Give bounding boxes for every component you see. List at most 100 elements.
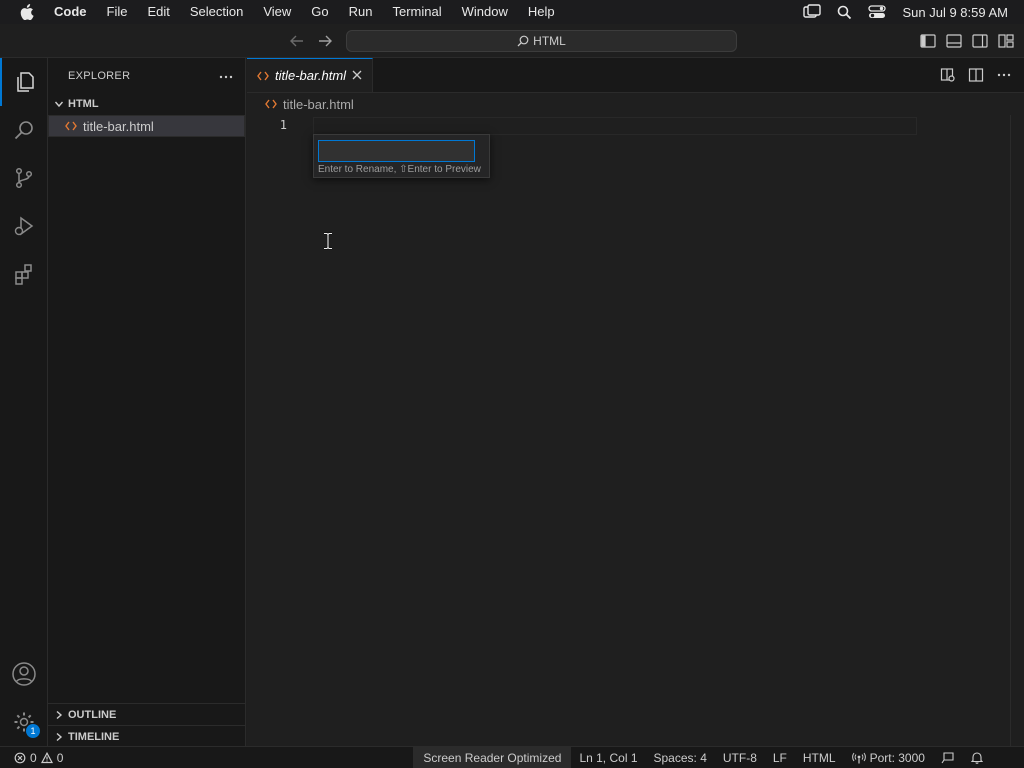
- go-forward-button[interactable]: [316, 32, 334, 50]
- command-center-search[interactable]: HTML: [346, 30, 737, 52]
- files-icon: [17, 72, 34, 92]
- extensions-icon: [15, 264, 32, 285]
- arrow-left-icon: [290, 35, 303, 47]
- menu-app-name[interactable]: Code: [54, 0, 97, 24]
- feedback-button[interactable]: [933, 751, 963, 764]
- language-mode[interactable]: HTML: [795, 751, 844, 765]
- port-label: Port: 3000: [869, 750, 925, 765]
- menu-help[interactable]: Help: [518, 0, 565, 24]
- open-preview-button[interactable]: [940, 67, 956, 83]
- timeline-section[interactable]: TIMELINE: [48, 725, 246, 747]
- split-editor-button[interactable]: [968, 67, 984, 83]
- control-center-icon[interactable]: [868, 5, 887, 19]
- code-editor[interactable]: 1: [247, 115, 1024, 746]
- explorer-sidebar: EXPLORER HTML title-bar.html OUTLINE TIM…: [48, 58, 246, 746]
- error-count: 0: [30, 750, 37, 765]
- account-icon: [12, 662, 36, 686]
- cursor-position[interactable]: Ln 1, Col 1: [571, 751, 645, 765]
- live-server-port[interactable]: Port: 3000: [844, 751, 933, 765]
- editor-tab-bar: title-bar.html: [247, 58, 1024, 93]
- html-file-icon: [265, 99, 277, 109]
- split-editor-icon: [968, 68, 984, 82]
- toggle-panel-button[interactable]: [946, 33, 962, 49]
- breadcrumb[interactable]: title-bar.html: [247, 93, 1024, 115]
- activity-search[interactable]: [0, 106, 48, 154]
- open-preview-icon: [940, 68, 955, 82]
- activity-accounts[interactable]: [0, 650, 48, 698]
- ellipsis-icon: [219, 75, 233, 78]
- menu-run[interactable]: Run: [339, 0, 383, 24]
- apple-menu[interactable]: [0, 4, 54, 20]
- activity-bar: 1: [0, 58, 48, 746]
- go-back-button[interactable]: [288, 32, 306, 50]
- toggle-primary-sidebar-button[interactable]: [920, 33, 936, 49]
- source-control-icon: [15, 167, 33, 189]
- screen-reader-mode[interactable]: Screen Reader Optimized: [413, 746, 572, 768]
- layout-sidebar-right-icon: [972, 34, 988, 48]
- html-file-icon: [257, 71, 269, 80]
- indentation[interactable]: Spaces: 4: [646, 751, 715, 765]
- activity-source-control[interactable]: [0, 154, 48, 202]
- search-icon: [517, 35, 529, 47]
- layout-panel-icon: [946, 34, 962, 48]
- arrow-right-icon: [319, 35, 332, 47]
- ellipsis-icon: [997, 73, 1011, 77]
- menu-go[interactable]: Go: [301, 0, 338, 24]
- settings-update-badge: 1: [26, 724, 40, 738]
- menu-edit[interactable]: Edit: [137, 0, 179, 24]
- outline-section[interactable]: OUTLINE: [48, 703, 246, 725]
- activity-explorer[interactable]: [0, 58, 48, 106]
- notifications-button[interactable]: [963, 751, 991, 764]
- encoding[interactable]: UTF-8: [715, 751, 765, 765]
- editor-more-actions-button[interactable]: [996, 67, 1012, 83]
- spotlight-search-icon[interactable]: [837, 5, 852, 20]
- tab-title-bar-html[interactable]: title-bar.html: [247, 58, 374, 92]
- explorer-title: EXPLORER: [68, 69, 131, 82]
- menu-selection[interactable]: Selection: [180, 0, 253, 24]
- rename-symbol-widget: Enter to Rename, ⇧Enter to Preview: [313, 134, 490, 178]
- screen-mirroring-icon[interactable]: [803, 4, 822, 20]
- menu-view[interactable]: View: [253, 0, 301, 24]
- customize-layout-button[interactable]: [998, 33, 1014, 49]
- close-icon: [352, 70, 362, 80]
- problems-indicator[interactable]: 0 0: [0, 751, 63, 765]
- close-tab-button[interactable]: [352, 68, 362, 83]
- menubar-clock[interactable]: Sun Jul 9 8:59 AM: [902, 5, 1008, 20]
- layout-customize-icon: [998, 34, 1014, 48]
- search-icon: [14, 121, 33, 140]
- apple-icon: [20, 4, 34, 20]
- error-icon: [14, 752, 26, 763]
- line-number: 1: [279, 118, 287, 132]
- breadcrumb-file[interactable]: title-bar.html: [283, 97, 354, 112]
- warning-icon: [40, 751, 53, 763]
- end-of-line[interactable]: LF: [765, 751, 795, 765]
- rename-input[interactable]: [318, 140, 475, 162]
- folder-html[interactable]: HTML: [48, 93, 245, 115]
- file-item-label: title-bar.html: [83, 118, 154, 134]
- activity-run-and-debug[interactable]: [0, 202, 48, 250]
- outline-label: OUTLINE: [68, 708, 117, 721]
- menu-file[interactable]: File: [97, 0, 138, 24]
- chevron-down-icon: [54, 101, 64, 108]
- editor-scrollbar[interactable]: [1010, 115, 1024, 746]
- ibeam-cursor-icon: [324, 232, 332, 250]
- status-bar: 0 0 Screen Reader Optimized Ln 1, Col 1 …: [0, 746, 1024, 768]
- explorer-more-actions-button[interactable]: [219, 70, 233, 82]
- layout-sidebar-left-icon: [920, 34, 936, 48]
- tab-label: title-bar.html: [275, 68, 347, 83]
- command-center-label: HTML: [533, 34, 566, 48]
- activity-extensions[interactable]: [0, 250, 48, 298]
- warning-count: 0: [56, 750, 64, 765]
- timeline-label: TIMELINE: [68, 730, 120, 743]
- rename-hint: Enter to Rename, ⇧Enter to Preview: [318, 164, 481, 175]
- run-debug-icon: [14, 216, 34, 236]
- menu-terminal[interactable]: Terminal: [383, 0, 452, 24]
- file-item-title-bar-html[interactable]: title-bar.html: [48, 115, 245, 137]
- activity-manage[interactable]: 1: [0, 698, 48, 746]
- toggle-secondary-sidebar-button[interactable]: [972, 33, 988, 49]
- chevron-right-icon: [56, 732, 63, 741]
- bell-icon: [970, 752, 983, 764]
- title-bar: HTML: [0, 24, 1024, 58]
- menu-window[interactable]: Window: [452, 0, 518, 24]
- menu-bar: Code File Edit Selection View Go Run Ter…: [0, 0, 1024, 24]
